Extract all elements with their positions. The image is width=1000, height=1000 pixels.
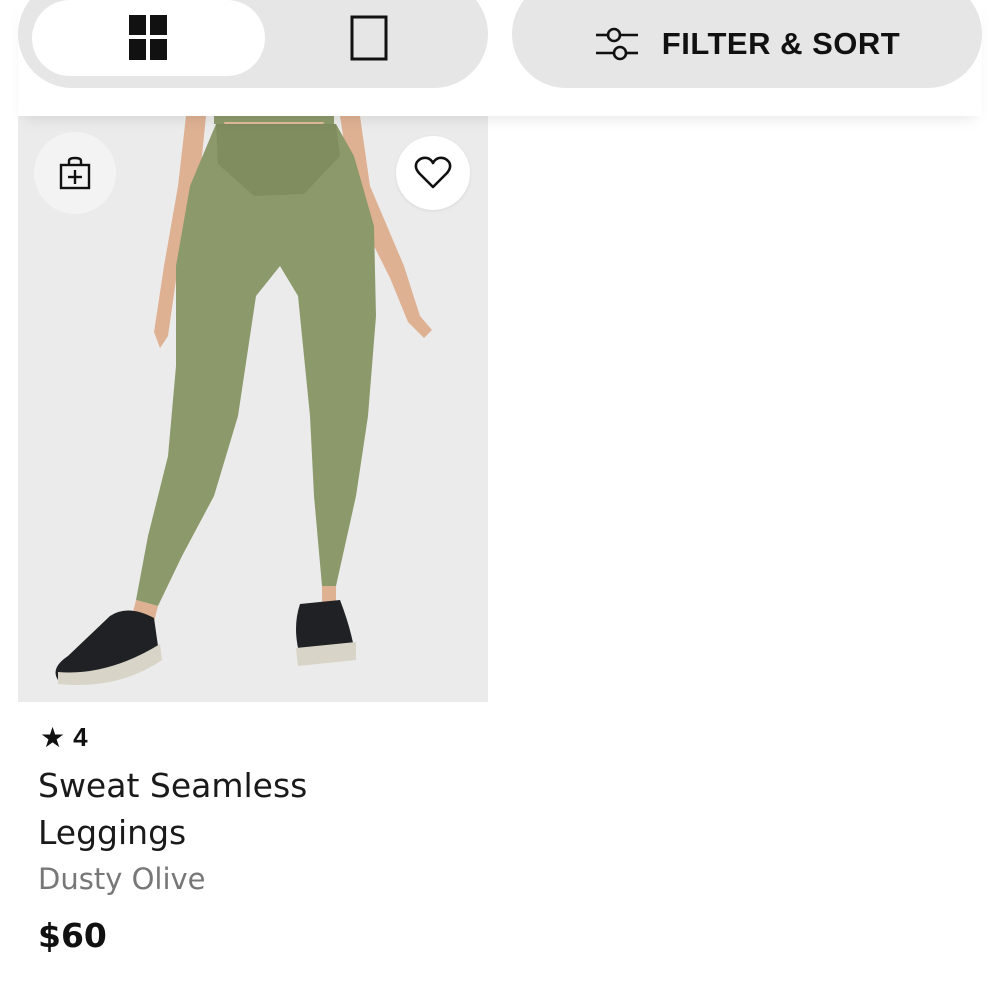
single-view-button[interactable]	[265, 0, 475, 76]
product-card[interactable]: ★ 4 Sweat Seamless Leggings Dusty Olive …	[18, 116, 488, 955]
quick-add-button[interactable]	[34, 132, 116, 214]
grid-view-button[interactable]	[32, 0, 265, 76]
rating-value: 4	[73, 722, 88, 752]
single-column-icon	[350, 15, 388, 61]
wishlist-button[interactable]	[396, 136, 470, 210]
view-toggle	[18, 0, 488, 88]
product-name[interactable]: Sweat Seamless Leggings	[38, 762, 358, 856]
star-icon: ★	[40, 721, 66, 753]
product-color: Dusty Olive	[38, 862, 206, 896]
filter-sort-label: FILTER & SORT	[661, 26, 901, 61]
product-rating: ★ 4	[40, 722, 88, 753]
bag-plus-icon	[59, 156, 91, 190]
filter-sort-button[interactable]: FILTER & SORT	[512, 0, 982, 88]
sliders-icon	[595, 27, 638, 61]
product-price: $60	[38, 916, 107, 955]
grid-icon	[128, 15, 167, 60]
heart-icon	[414, 156, 452, 189]
product-image[interactable]	[18, 116, 488, 702]
listing-toolbar: FILTER & SORT	[18, 0, 982, 116]
